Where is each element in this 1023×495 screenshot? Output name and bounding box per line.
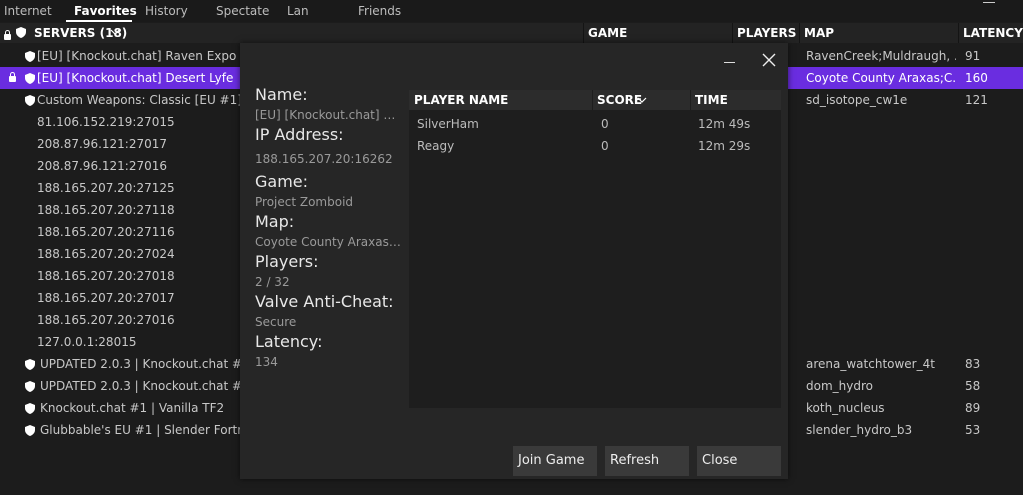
server-name: 188.165.207.20:27024 <box>37 247 175 261</box>
server-name: 188.165.207.20:27118 <box>37 203 175 217</box>
server-map: slender_hydro_b3 <box>806 423 913 437</box>
tab-lan[interactable]: Lan <box>287 0 309 22</box>
shield-icon <box>25 73 35 84</box>
map-value: Coyote County Araxas;C... <box>255 235 403 249</box>
latency-header-label: LATENCY <box>963 26 1023 40</box>
server-latency: 89 <box>965 401 981 415</box>
column-header-players[interactable]: PLAYERS <box>733 23 799 43</box>
server-latency: 91 <box>965 49 981 63</box>
game-header-label: GAME <box>588 26 628 40</box>
server-name: Knockout.chat #1 | Vanilla TF2 <box>40 401 225 415</box>
server-name: 81.106.152.219:27015 <box>37 115 175 129</box>
player-time: 12m 49s <box>698 117 751 131</box>
player-name-column-header[interactable]: PLAYER NAME <box>409 90 592 110</box>
server-name: [EU] [Knockout.chat] Raven Expo <box>37 49 237 63</box>
active-tab-indicator <box>66 20 132 22</box>
server-name: 208.87.96.121:27016 <box>37 159 168 173</box>
server-name: 188.165.207.20:27116 <box>37 225 175 239</box>
shield-icon <box>25 359 35 370</box>
shield-icon <box>25 403 35 414</box>
name-value: [EU] [Knockout.chat] De... <box>255 108 403 122</box>
column-header-latency[interactable]: LATENCY <box>959 23 1023 43</box>
server-latency: 160 <box>965 71 988 85</box>
player-score: 0 <box>601 139 609 153</box>
latency-value: 134 <box>255 355 278 369</box>
column-header-game[interactable]: GAME <box>584 23 732 43</box>
players-label: Players: <box>255 252 319 271</box>
server-name: UPDATED 2.0.3 | Knockout.chat #1 <box>40 379 250 393</box>
server-map: dom_hydro <box>806 379 873 393</box>
server-info-dialog: Name: [EU] [Knockout.chat] De... IP Addr… <box>240 43 788 479</box>
players-value: 2 / 32 <box>255 275 290 289</box>
player-time: 12m 29s <box>698 139 751 153</box>
tab-favorites[interactable]: Favorites <box>74 0 137 22</box>
shield-icon <box>25 425 35 436</box>
server-latency: 58 <box>965 379 981 393</box>
shield-icon <box>25 381 35 392</box>
tab-bar: Internet Favorites History Spectate Lan … <box>0 0 1023 22</box>
map-label: Map: <box>255 212 295 231</box>
join-game-button[interactable]: Join Game <box>513 446 597 476</box>
player-name-header-label: PLAYER NAME <box>414 93 509 107</box>
player-name: SilverHam <box>417 117 479 131</box>
server-map: sd_isotope_cw1e <box>806 93 908 107</box>
server-name: Custom Weapons: Classic [EU #1] H <box>37 93 255 107</box>
server-map: RavenCreek;Muldraugh, ... <box>806 49 956 63</box>
player-name: Reagy <box>417 139 455 153</box>
score-header-label: SCORE <box>597 93 643 107</box>
shield-icon <box>25 51 35 62</box>
server-name: 208.87.96.121:27017 <box>37 137 168 151</box>
server-name: UPDATED 2.0.3 | Knockout.chat #3 <box>40 357 250 371</box>
server-name: 188.165.207.20:27016 <box>37 313 175 327</box>
server-name: 127.0.0.1:28015 <box>37 335 137 349</box>
server-map: arena_watchtower_4t <box>806 357 935 371</box>
lock-icon <box>9 72 16 82</box>
ip-address-value: 188.165.207.20:16262 <box>255 152 393 166</box>
player-score: 0 <box>601 117 609 131</box>
chevron-down-icon <box>110 29 120 35</box>
shield-icon <box>25 95 35 106</box>
server-name: 188.165.207.20:27125 <box>37 181 175 195</box>
server-latency: 53 <box>965 423 981 437</box>
server-name: 188.165.207.20:27017 <box>37 291 175 305</box>
time-header-label: TIME <box>695 93 728 107</box>
server-name: Glubbable's EU #1 | Slender Fortres <box>40 423 256 437</box>
lock-icon <box>4 30 11 40</box>
tab-history[interactable]: History <box>145 0 188 22</box>
server-latency: 83 <box>965 357 981 371</box>
column-header-servers[interactable]: SERVERS (18) <box>0 23 583 43</box>
score-column-header[interactable]: SCORE <box>593 90 690 110</box>
server-map: koth_nucleus <box>806 401 885 415</box>
time-column-header[interactable]: TIME <box>691 90 781 110</box>
players-header-label: PLAYERS <box>737 26 797 40</box>
server-name: [EU] [Knockout.chat] Desert Lyfe <box>37 71 234 85</box>
close-button[interactable]: Close <box>697 446 781 476</box>
vac-value: Secure <box>255 315 297 329</box>
tab-internet[interactable]: Internet <box>4 0 52 22</box>
server-latency: 121 <box>965 93 988 107</box>
ip-address-label: IP Address: <box>255 125 344 144</box>
map-header-label: MAP <box>804 26 835 40</box>
refresh-button[interactable]: Refresh <box>605 446 689 476</box>
shield-icon <box>16 27 26 38</box>
dialog-close-icon[interactable] <box>761 53 777 69</box>
game-value: Project Zomboid <box>255 195 354 209</box>
player-list: PLAYER NAME SCORE TIME SilverHam 0 12m 4… <box>409 90 781 408</box>
server-name: 188.165.207.20:27018 <box>37 269 175 283</box>
name-label: Name: <box>255 85 308 104</box>
latency-label: Latency: <box>255 332 323 351</box>
server-map: Coyote County Araxas;C... <box>806 71 956 85</box>
vac-label: Valve Anti-Cheat: <box>255 292 394 311</box>
chevron-down-icon <box>637 97 647 103</box>
game-label: Game: <box>255 172 309 191</box>
tab-spectate[interactable]: Spectate <box>216 0 269 22</box>
tab-friends[interactable]: Friends <box>358 0 401 22</box>
column-header-map[interactable]: MAP <box>800 23 958 43</box>
minimize-icon[interactable] <box>983 2 995 3</box>
dialog-minimize-icon[interactable] <box>724 62 735 63</box>
